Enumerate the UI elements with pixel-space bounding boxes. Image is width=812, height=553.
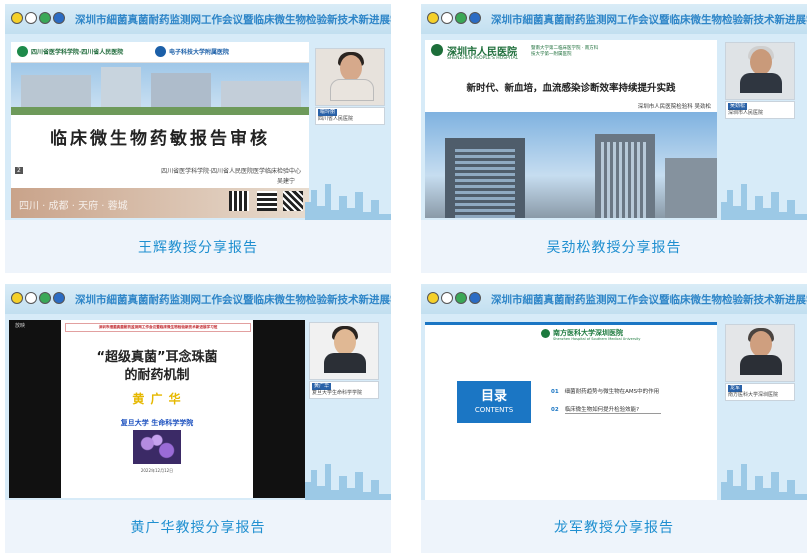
video-card-long-jun[interactable]: 深圳市細菌真菌耐药监测网工作会议暨临床微生物检验新技术新进展学习班 南方医科大学… <box>421 284 807 553</box>
slide-page-number: 2 <box>15 167 23 174</box>
hospital-note: 暨南大学第二临床医学院 · 南方科技大学第一附属医院 <box>531 46 599 57</box>
slide-title: 新时代、新血培，血流感染诊断效率持续提升实践 <box>466 83 676 94</box>
speaker-name: 吴劲松 <box>728 103 748 110</box>
toc-item: 01 细菌耐药趋势与微生物在AMS中的作用 <box>551 387 659 395</box>
card-caption[interactable]: 龙军教授分享报告 <box>421 500 807 553</box>
city-skyline-decoration <box>721 184 807 220</box>
card-caption[interactable]: 黄广华教授分享报告 <box>5 500 391 553</box>
video-thumbnail[interactable]: 深圳市細菌真菌耐药监测网工作会议暨临床微生物检验新技术新进展学习班 深圳市人民医… <box>421 4 807 220</box>
sponsor-logos <box>427 292 481 304</box>
slide-title-line2: 的耐药机制 <box>124 368 190 383</box>
toc-subtitle: CONTENTS <box>474 406 514 414</box>
toc-title: 目录 <box>480 389 507 404</box>
hospital-logo-icon <box>431 44 443 56</box>
hospital-logo-en: Shenzhen Hospital of Southern Medical Un… <box>553 337 641 341</box>
conference-banner: 深圳市細菌真菌耐药监测网工作会议暨临床微生物检验新技术新进展学习班 <box>421 284 807 314</box>
toc-item: 02 临床微生物如何提升检验效能? <box>551 405 639 413</box>
speaker-name: 黄广华 <box>312 383 332 390</box>
speaker-camera: 吴劲松 深圳市人民医院 <box>725 42 795 119</box>
speaker-org: 南方医科大学深圳医院 <box>728 392 779 398</box>
sponsor-logos <box>427 12 481 24</box>
toc-divider <box>565 413 661 414</box>
conference-banner: 深圳市細菌真菌耐药监测网工作会议暨临床微生物检验新技术新进展学习班 <box>5 284 391 314</box>
toc-box: 目录 CONTENTS <box>457 381 531 423</box>
fungus-image <box>133 430 181 464</box>
toolbar-label: 放映 <box>15 323 26 329</box>
slide-affiliation: 四川省医学科学院·四川省人民医院医学临床检验中心 <box>161 168 301 175</box>
slide-title: 临床微生物药敏报告审核 <box>50 129 270 149</box>
speaker-name: 龙军 <box>728 385 743 392</box>
city-skyline-decoration <box>305 464 391 500</box>
hospital-building-image <box>11 63 309 115</box>
slide-header-left: 四川省医学科学院·四川省人民医院 <box>31 49 124 56</box>
speaker-camera: 喻玲丽 四川省人民医院 <box>315 48 385 125</box>
speaker-camera: 龙军 南方医科大学深圳医院 <box>725 324 795 401</box>
banner-title: 深圳市細菌真菌耐药监测网工作会议暨临床微生物检验新技术新进展学习班 <box>491 294 807 306</box>
slide-affiliation: 深圳市人民医院检验科 吴劲松 <box>637 104 711 110</box>
hospital-logo-icon <box>17 46 28 57</box>
sponsor-logos <box>11 292 65 304</box>
video-thumbnail[interactable]: 深圳市細菌真菌耐药监测网工作会议暨临床微生物检验新技术新进展学习班 放映 深圳市… <box>5 284 391 500</box>
speaker-name: 喻玲丽 <box>318 109 338 116</box>
banner-title: 深圳市細菌真菌耐药监测网工作会议暨临床微生物检验新技术新进展学习班 <box>75 294 391 306</box>
speaker-org: 复旦大学生命科学学院 <box>312 390 363 396</box>
slide-title-line1: “超级真菌”耳念珠菌 <box>96 350 218 365</box>
conference-banner: 深圳市細菌真菌耐药监测网工作会议暨临床微生物检验新技术新进展学习班 <box>5 4 391 34</box>
slide-affiliation: 复旦大学 生命科学学院 <box>120 419 194 427</box>
city-skyline-decoration <box>721 464 807 500</box>
university-logo-icon <box>155 46 166 57</box>
hospital-name-en: SHENZHEN PEOPLE'S HOSPITAL <box>447 56 519 61</box>
toc-item-number: 01 <box>551 389 559 395</box>
hospital-logo-icon <box>541 329 550 338</box>
speaker-camera: 黄广华 复旦大学生命科学学院 <box>309 322 379 399</box>
banner-title: 深圳市細菌真菌耐药监测网工作会议暨临床微生物检验新技术新进展学习班 <box>491 14 807 26</box>
slide-header-right: 电子科技大学附属医院 <box>169 49 230 56</box>
video-card-wang-hui[interactable]: 深圳市細菌真菌耐药监测网工作会议暨临床微生物检验新技术新进展学习班 四川省医学科… <box>5 4 391 273</box>
toc-item-text: 细菌耐药趋势与微生物在AMS中的作用 <box>564 389 660 395</box>
card-caption[interactable]: 王辉教授分享报告 <box>5 220 391 273</box>
card-caption[interactable]: 吴劲松教授分享报告 <box>421 220 807 273</box>
city-skyline-decoration <box>305 184 391 220</box>
sponsor-logos <box>11 12 65 24</box>
video-thumbnail[interactable]: 深圳市細菌真菌耐药监测网工作会议暨临床微生物检验新技术新进展学习班 南方医科大学… <box>421 284 807 500</box>
speaker-org: 深圳市人民医院 <box>728 110 764 116</box>
conference-banner: 深圳市細菌真菌耐药监测网工作会议暨临床微生物检验新技术新进展学习班 <box>421 4 807 34</box>
video-card-wu-jinsong[interactable]: 深圳市細菌真菌耐药监测网工作会议暨临床微生物检验新技术新进展学习班 深圳市人民医… <box>421 4 807 273</box>
speaker-org: 四川省人民医院 <box>318 116 354 122</box>
slide-header: 深圳市细菌真菌耐药监测网工作会议暨临床微生物检验新技术新进展学习班 <box>65 323 251 332</box>
toc-item-number: 02 <box>551 407 559 413</box>
banner-title: 深圳市細菌真菌耐药监测网工作会议暨临床微生物检验新技术新进展学习班 <box>75 14 391 26</box>
slide-presenter: 黄 广 华 <box>132 392 182 406</box>
video-thumbnail[interactable]: 深圳市細菌真菌耐药监测网工作会议暨临床微生物检验新技术新进展学习班 四川省医学科… <box>5 4 391 220</box>
video-card-huang-guanghua[interactable]: 深圳市細菌真菌耐药监测网工作会议暨临床微生物检验新技术新进展学习班 放映 深圳市… <box>5 284 391 553</box>
